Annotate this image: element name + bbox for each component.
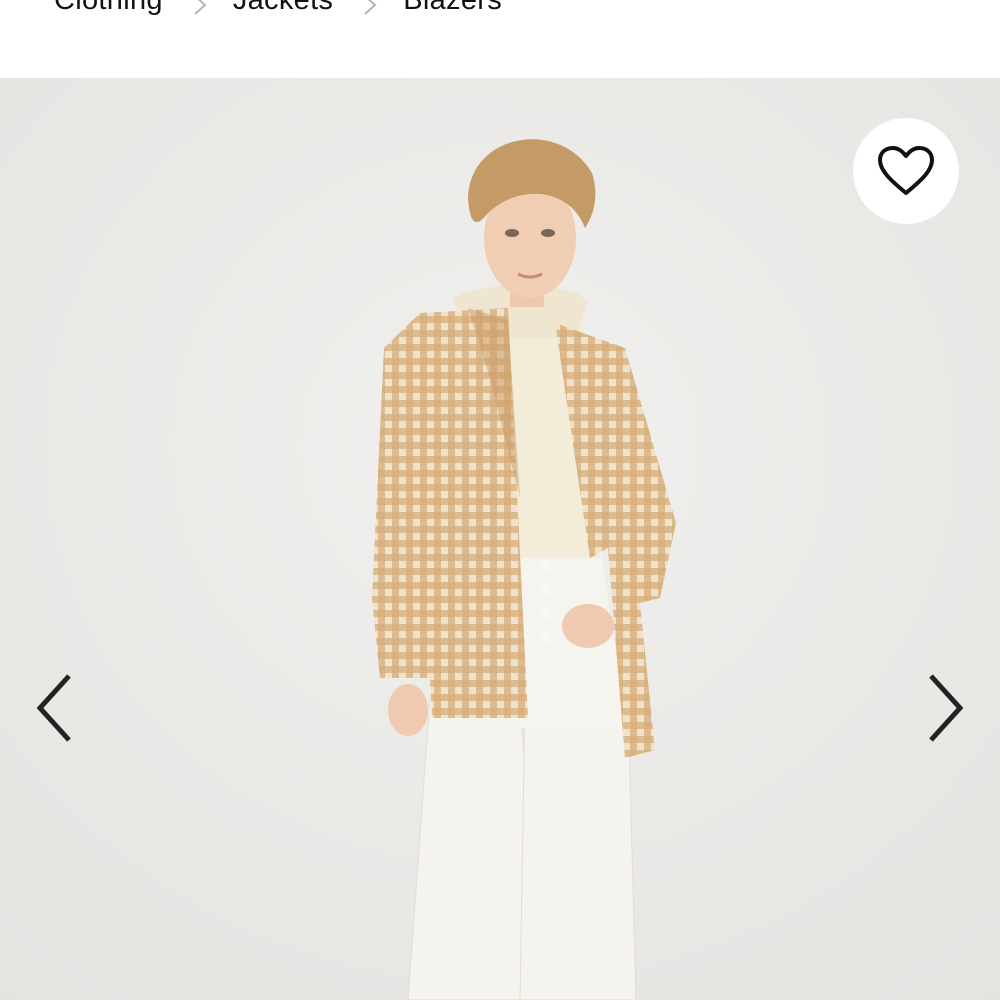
breadcrumb-row: Clothing Jackets Blazers (54, 0, 502, 17)
favorite-button[interactable] (853, 118, 959, 224)
chevron-left-icon (36, 674, 71, 742)
heart-outline-icon (878, 146, 934, 195)
chevron-right-icon (929, 674, 964, 742)
breadcrumb-item-clothing[interactable]: Clothing (54, 0, 163, 17)
product-photo (0, 78, 1000, 1000)
previous-image-button[interactable] (32, 670, 76, 746)
breadcrumb-item-blazers[interactable]: Blazers (403, 0, 502, 17)
chevron-right-icon (363, 0, 377, 15)
breadcrumb-item-jackets[interactable]: Jackets (233, 0, 333, 17)
product-image-gallery[interactable] (0, 78, 1000, 1000)
chevron-right-icon (193, 0, 207, 15)
next-image-button[interactable] (924, 670, 968, 746)
breadcrumb: Clothing Jackets Blazers (0, 0, 1000, 78)
